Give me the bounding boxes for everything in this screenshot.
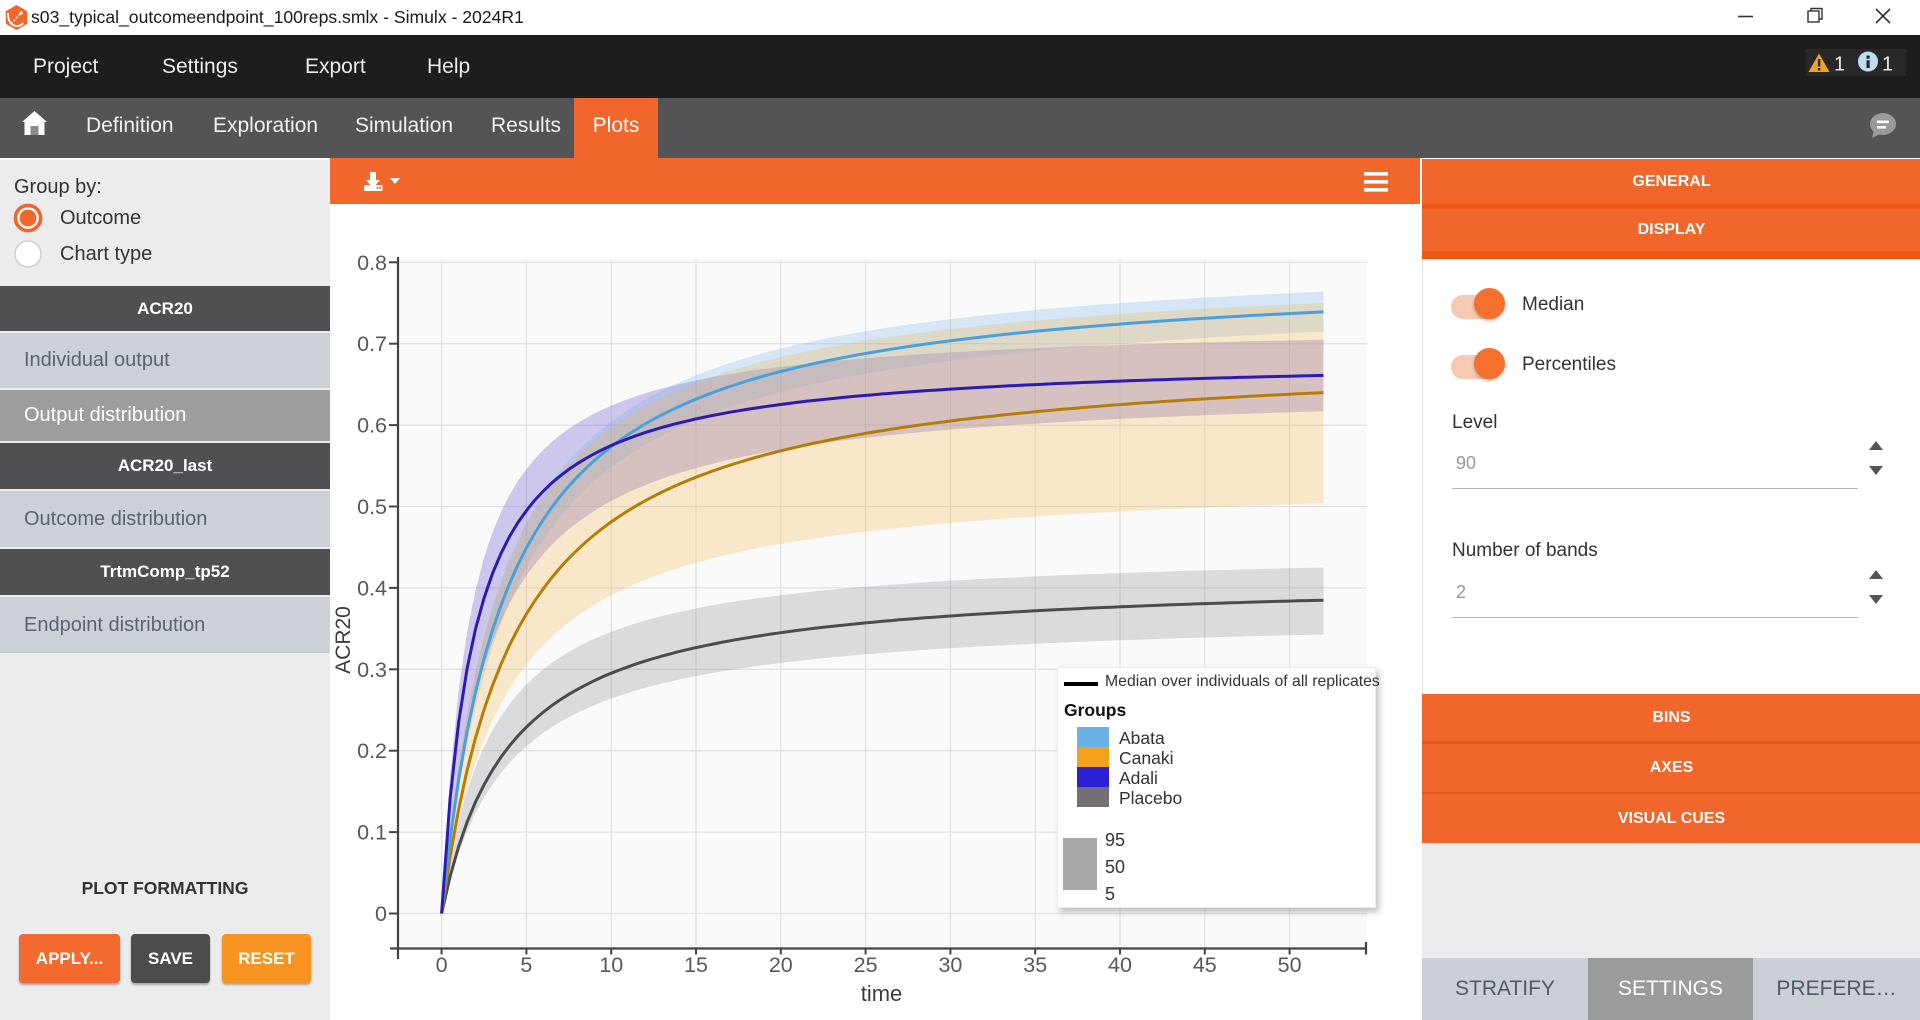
svg-text:45: 45 (1193, 953, 1217, 977)
svg-text:0.4: 0.4 (357, 576, 387, 600)
svg-text:5: 5 (520, 953, 532, 977)
svg-text:1: 1 (1882, 54, 1893, 76)
svg-text:ACR20: ACR20 (332, 606, 355, 674)
svg-text:time: time (861, 981, 903, 1006)
svg-text:10: 10 (599, 953, 623, 977)
svg-text:0.8: 0.8 (357, 251, 387, 275)
svg-text:0.6: 0.6 (357, 414, 387, 438)
svg-text:0.7: 0.7 (357, 332, 387, 356)
svg-text:50: 50 (1278, 953, 1302, 977)
svg-text:25: 25 (854, 953, 878, 977)
svg-text:0.2: 0.2 (357, 739, 387, 763)
svg-text:0.1: 0.1 (357, 821, 387, 845)
svg-text:0.3: 0.3 (357, 658, 387, 682)
svg-text:40: 40 (1108, 953, 1132, 977)
svg-text:15: 15 (684, 953, 708, 977)
svg-text:0: 0 (436, 953, 448, 977)
svg-text:30: 30 (938, 953, 962, 977)
svg-text:1: 1 (1834, 54, 1845, 76)
svg-text:0: 0 (375, 902, 387, 926)
svg-text:20: 20 (769, 953, 793, 977)
svg-text:0.5: 0.5 (357, 495, 387, 519)
svg-text:35: 35 (1023, 953, 1047, 977)
